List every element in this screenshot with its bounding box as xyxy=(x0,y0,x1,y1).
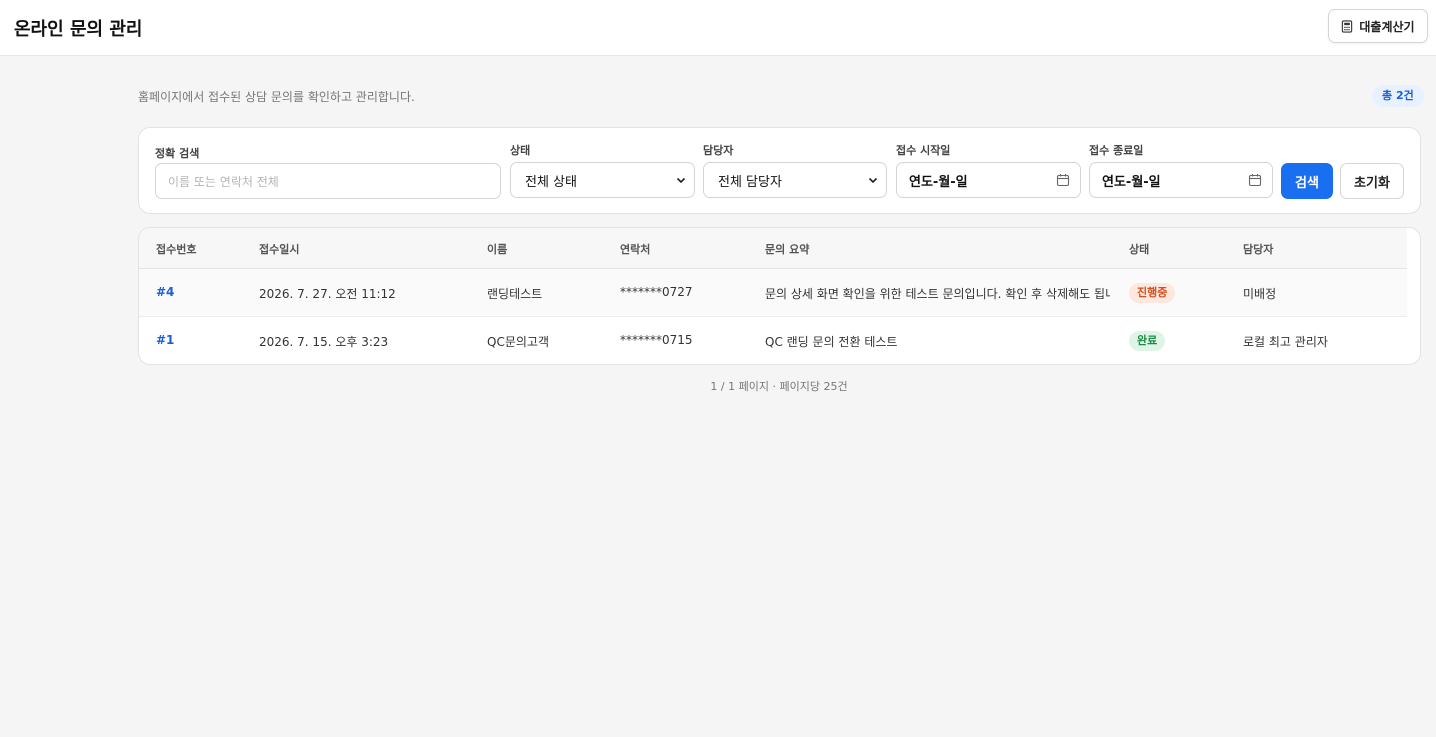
search-input[interactable]: 이름 또는 연락처 전체 xyxy=(155,163,501,199)
inquiry-date: 2026. 7. 15. 오후 3:23 xyxy=(259,335,389,349)
total-count-badge: 총 2건 xyxy=(1372,85,1424,107)
page-title: 온라인 문의 관리 xyxy=(14,19,143,40)
inquiry-id-link[interactable]: #1 xyxy=(156,333,174,347)
inquiry-assignee: 로컬 최고 관리자 xyxy=(1243,335,1328,349)
loan-calculator-button[interactable]: 대출계산기 xyxy=(1328,9,1428,43)
chevron-down-icon xyxy=(868,177,878,184)
inquiry-assignee: 미배정 xyxy=(1243,287,1277,301)
inquiry-table: 접수번호 접수일시 이름 연락처 문의 요약 상태 담당자 #4 2026. 7… xyxy=(138,227,1421,365)
column-header: 담당자 xyxy=(1243,243,1274,256)
status-badge: 완료 xyxy=(1129,331,1166,351)
status-badge: 진행중 xyxy=(1129,283,1176,303)
column-header: 문의 요약 xyxy=(765,243,810,256)
inquiry-phone: *******0727 xyxy=(620,285,693,299)
inquiry-summary: QC 랜딩 문의 전환 테스트 xyxy=(765,335,898,349)
inquiry-name: QC문의고객 xyxy=(487,335,549,349)
column-header: 연락처 xyxy=(620,243,651,256)
inquiry-phone: *******0715 xyxy=(620,333,693,347)
inquiry-id-link[interactable]: #4 xyxy=(156,285,174,299)
pagination-info: 1 / 1 페이지 · 페이지당 25건 xyxy=(710,380,848,393)
table-row[interactable]: #4 2026. 7. 27. 오전 11:12 랜딩테스트 *******07… xyxy=(139,269,1407,317)
inquiry-summary: 문의 상세 화면 확인을 위한 테스트 문의입니다. 확인 후 삭제해도 됩니.… xyxy=(765,287,1110,301)
column-header: 이름 xyxy=(487,243,508,256)
page-subtitle: 홈페이지에서 접수된 상담 문의를 확인하고 관리합니다. xyxy=(138,90,415,104)
start-date-input[interactable]: 연도-월-일 xyxy=(896,162,1081,198)
assignee-label: 담당자 xyxy=(703,144,734,157)
status-select[interactable]: 전체 상태 xyxy=(510,162,695,198)
column-header: 접수번호 xyxy=(156,243,197,256)
chevron-down-icon xyxy=(676,177,686,184)
search-button[interactable]: 검색 xyxy=(1281,163,1333,199)
calculator-icon xyxy=(1342,19,1353,33)
column-header: 상태 xyxy=(1129,243,1150,256)
top-bar: 온라인 문의 관리 대출계산기 xyxy=(0,0,1436,56)
column-header: 접수일시 xyxy=(259,243,300,256)
table-header: 접수번호 접수일시 이름 연락처 문의 요약 상태 담당자 xyxy=(139,228,1407,269)
start-date-value: 연도-월-일 xyxy=(909,174,968,190)
search-label: 정확 검색 xyxy=(155,147,200,160)
status-label: 상태 xyxy=(510,144,531,157)
calendar-icon[interactable] xyxy=(1056,173,1070,187)
inquiry-name: 랜딩테스트 xyxy=(487,287,543,301)
end-date-label: 접수 종료일 xyxy=(1089,144,1144,157)
start-date-label: 접수 시작일 xyxy=(896,144,951,157)
end-date-value: 연도-월-일 xyxy=(1102,174,1161,190)
table-row[interactable]: #1 2026. 7. 15. 오후 3:23 QC문의고객 *******07… xyxy=(139,317,1407,364)
status-select-value: 전체 상태 xyxy=(525,174,577,190)
assignee-select[interactable]: 전체 담당자 xyxy=(703,162,887,198)
assignee-select-value: 전체 담당자 xyxy=(718,174,782,190)
filter-panel: 정확 검색 이름 또는 연락처 전체 상태 전체 상태 담당자 전체 담당자 접… xyxy=(138,127,1421,214)
loan-calculator-label: 대출계산기 xyxy=(1359,19,1415,34)
inquiry-date: 2026. 7. 27. 오전 11:12 xyxy=(259,287,396,301)
calendar-icon[interactable] xyxy=(1248,173,1262,187)
end-date-input[interactable]: 연도-월-일 xyxy=(1089,162,1273,198)
reset-button[interactable]: 초기화 xyxy=(1340,163,1404,199)
